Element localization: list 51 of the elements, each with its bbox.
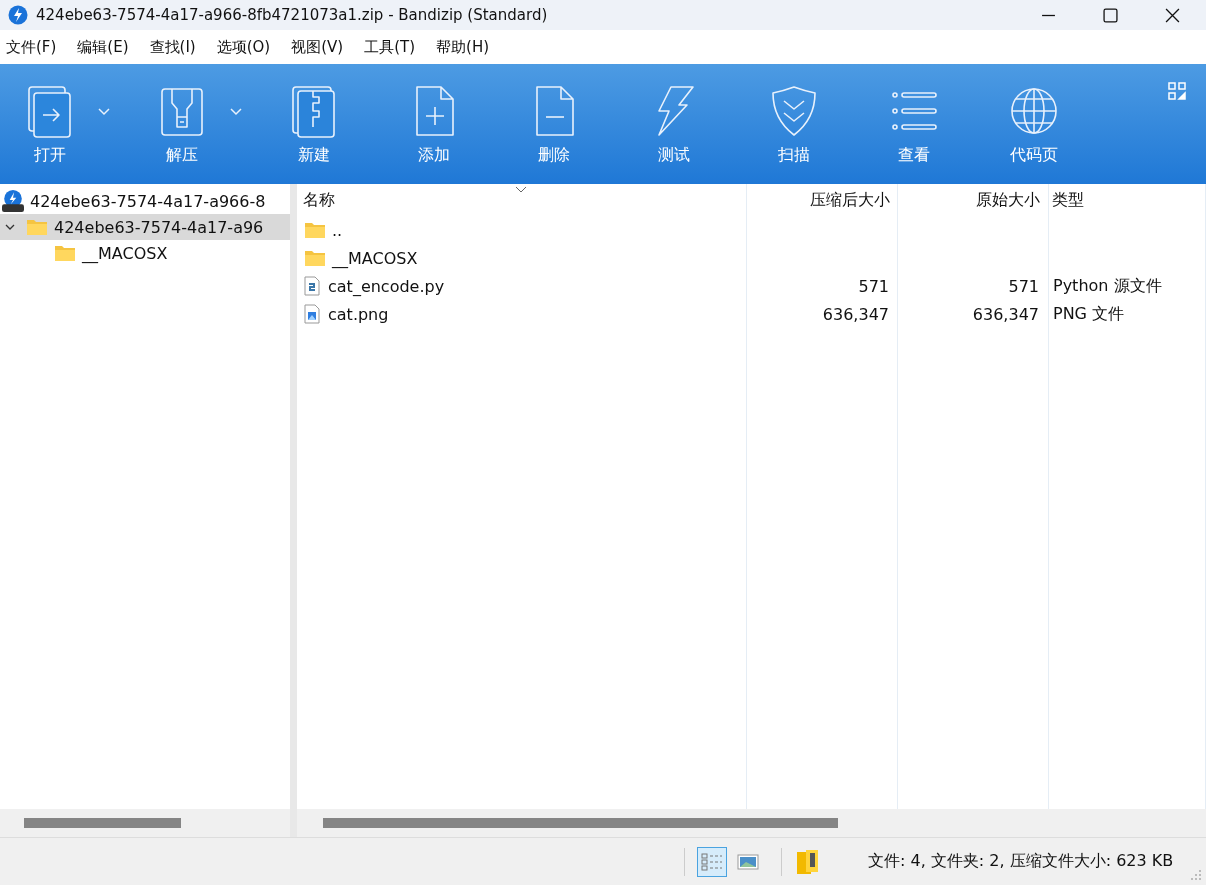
status-text: 文件: 4, 文件夹: 2, 压缩文件大小: 623 KB: [868, 851, 1174, 872]
file-name[interactable]: cat_encode.py: [328, 276, 445, 296]
scrollbar-thumb[interactable]: [323, 818, 838, 828]
tree-item[interactable]: 424ebe63-7574-4a17-a96: [0, 214, 290, 240]
menu-item[interactable]: 视图(V): [291, 37, 344, 57]
layout-grid-icon[interactable]: [1168, 82, 1186, 100]
python-file-icon: [304, 276, 320, 296]
menu-item[interactable]: 工具(T): [364, 37, 416, 57]
toolbar-button[interactable]: 添加: [394, 82, 474, 166]
column-header[interactable]: 压缩后大小: [746, 189, 896, 211]
toolbar-button[interactable]: 扫描: [754, 82, 834, 166]
caret-icon[interactable]: [98, 108, 110, 116]
table-cell: 636,347: [972, 304, 1039, 324]
details-view-button[interactable]: [697, 846, 727, 877]
column-header[interactable]: 原始大小: [896, 189, 1046, 211]
image-file-icon: [304, 304, 320, 324]
menu-item[interactable]: 查找(I): [149, 37, 196, 57]
toolbar-button[interactable]: 新建: [274, 82, 354, 166]
column-header[interactable]: 名称: [297, 189, 746, 211]
archive-folder-icon[interactable]: [796, 848, 820, 875]
folder-icon: [304, 221, 326, 239]
menu-item[interactable]: 编辑(E): [77, 37, 129, 57]
table-cell: PNG 文件: [1053, 303, 1125, 325]
file-name[interactable]: cat.png: [328, 304, 389, 324]
folder-icon: [54, 244, 76, 262]
file-name[interactable]: __MACOSX: [332, 248, 418, 268]
toolbar-button[interactable]: 代码页: [994, 82, 1074, 166]
toolbar-button[interactable]: 删除: [514, 82, 594, 166]
file-name[interactable]: ..: [332, 220, 343, 240]
window-title: 424ebe63-7574-4a17-a966-8fb4721073a1.zip - Bandizip (Standard): [36, 6, 548, 24]
caret-icon[interactable]: [230, 108, 242, 116]
toolbar-button[interactable]: 解压: [142, 82, 222, 166]
folder-icon: [26, 218, 48, 236]
sort-caret-icon: [515, 186, 527, 193]
resize-grip-icon[interactable]: [1190, 869, 1202, 881]
table-cell: 571: [1008, 276, 1039, 296]
table-cell: 636,347: [822, 304, 889, 324]
menu-item[interactable]: 选项(O): [216, 37, 271, 57]
tree-item[interactable]: 424ebe63-7574-4a17-a966-8: [0, 188, 290, 214]
menu-item[interactable]: 帮助(H): [436, 37, 489, 57]
tree-item[interactable]: __MACOSX: [0, 240, 290, 266]
scrollbar-thumb[interactable]: [24, 818, 181, 828]
toolbar-button[interactable]: 打开: [10, 82, 90, 166]
toolbar-button[interactable]: 查看: [874, 82, 954, 166]
table-cell: 571: [858, 276, 889, 296]
folder-icon: [304, 249, 326, 267]
toolbar-button[interactable]: 测试: [634, 82, 714, 166]
app-logo-icon: [8, 5, 28, 25]
table-cell: Python 源文件: [1053, 275, 1162, 297]
column-header[interactable]: 类型: [1046, 189, 1206, 211]
menu-item[interactable]: 文件(F): [6, 37, 57, 57]
